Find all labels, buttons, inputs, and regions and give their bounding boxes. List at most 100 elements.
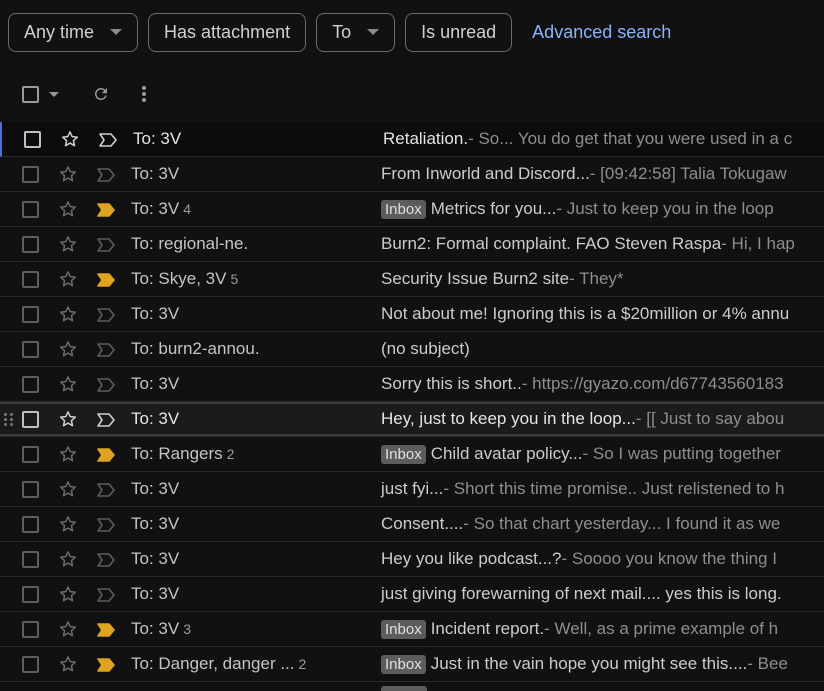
- inbox-badge-partial: [381, 686, 427, 691]
- row-checkbox[interactable]: [22, 375, 39, 393]
- row-checkbox[interactable]: [24, 130, 41, 148]
- email-row[interactable]: To: 3V Hey you like podcast...? - Soooo y…: [0, 542, 824, 577]
- star-icon[interactable]: [58, 339, 78, 359]
- star-icon[interactable]: [58, 199, 78, 219]
- importance-marker-icon[interactable]: [96, 202, 116, 218]
- drag-handle-icon[interactable]: [4, 413, 14, 426]
- to-label: To: [332, 21, 352, 42]
- row-checkbox[interactable]: [22, 515, 39, 533]
- row-checkbox[interactable]: [22, 305, 39, 323]
- email-row[interactable]: To: Rangers 2 Inbox Child avatar policy... …: [0, 437, 824, 472]
- email-row[interactable]: To: Skye, 3V 5 Security Issue Burn2 site -…: [0, 262, 824, 297]
- row-checkbox[interactable]: [22, 655, 39, 673]
- email-snippet: - So... You do get that you were used in…: [468, 129, 793, 148]
- row-checkbox[interactable]: [22, 200, 39, 218]
- row-checkbox[interactable]: [22, 165, 39, 183]
- importance-marker-icon[interactable]: [96, 272, 116, 288]
- sender-name: To: 3V: [131, 164, 179, 184]
- inbox-label-badge[interactable]: Inbox: [381, 619, 426, 639]
- row-checkbox[interactable]: [22, 235, 39, 253]
- email-row[interactable]: To: 3V just fyi... - Short this time prom…: [0, 472, 824, 507]
- email-row[interactable]: To: 3V Not about me! Ignoring this is a $…: [0, 297, 824, 332]
- row-checkbox[interactable]: [22, 620, 39, 638]
- star-icon[interactable]: [58, 444, 78, 464]
- importance-marker-icon[interactable]: [96, 482, 116, 498]
- has-attachment-label: Has attachment: [164, 21, 291, 42]
- star-icon[interactable]: [58, 304, 78, 324]
- inbox-label-badge[interactable]: Inbox: [381, 199, 426, 219]
- email-row[interactable]: To: 3V Sorry this is short.. - https://gy…: [0, 367, 824, 402]
- thread-count: 5: [230, 271, 239, 287]
- email-row[interactable]: To: 3V From Inworld and Discord... - [09:…: [0, 157, 824, 192]
- importance-marker-icon[interactable]: [96, 622, 116, 638]
- email-row[interactable]: To: 3V Hey, just to keep you in the loop.…: [0, 402, 824, 437]
- star-icon[interactable]: [58, 409, 78, 429]
- row-checkbox[interactable]: [22, 550, 39, 568]
- inbox-label-badge[interactable]: Inbox: [381, 654, 426, 674]
- importance-marker-icon[interactable]: [96, 237, 116, 253]
- sender-label: To: regional-ne.: [131, 234, 249, 253]
- email-row[interactable]: To: 3V Retaliation. - So... You do get th…: [0, 122, 824, 157]
- row-checkbox[interactable]: [22, 445, 39, 463]
- refresh-icon[interactable]: [91, 84, 111, 104]
- sender-name: To: 3V: [131, 584, 179, 604]
- importance-marker-icon[interactable]: [96, 307, 116, 323]
- star-icon[interactable]: [58, 514, 78, 534]
- importance-marker-icon[interactable]: [96, 167, 116, 183]
- to-filter[interactable]: To: [316, 12, 396, 52]
- thread-count: 4: [183, 201, 191, 217]
- email-content: Inbox Child avatar policy... - So I was p…: [381, 444, 781, 464]
- star-icon[interactable]: [58, 584, 78, 604]
- email-row[interactable]: To: 3V 4 Inbox Metrics for you... - Just to…: [0, 192, 824, 227]
- star-icon[interactable]: [58, 479, 78, 499]
- sender-name: To: Rangers 2: [131, 444, 234, 464]
- email-content: Hey you like podcast...? - Soooo you kno…: [381, 549, 777, 569]
- select-all-checkbox[interactable]: [22, 85, 39, 103]
- more-vert-icon[interactable]: [141, 84, 147, 104]
- sender-name: To: 3V: [131, 409, 179, 429]
- row-checkbox[interactable]: [22, 410, 39, 428]
- star-icon[interactable]: [58, 164, 78, 184]
- importance-marker-icon[interactable]: [98, 132, 118, 148]
- select-menu-chevron-icon[interactable]: [49, 91, 59, 97]
- email-row[interactable]: To: burn2-annou. (no subject): [0, 332, 824, 367]
- has-attachment-filter[interactable]: Has attachment: [148, 12, 307, 52]
- star-icon[interactable]: [58, 269, 78, 289]
- email-row[interactable]: To: 3V 3 Inbox Incident report. - Well, as …: [0, 612, 824, 647]
- email-content: Security Issue Burn2 site - They*: [381, 269, 624, 289]
- email-row[interactable]: To: 3V Consent.... - So that chart yester…: [0, 507, 824, 542]
- email-row[interactable]: To: Danger, danger ... 2 Inbox Just in the …: [0, 647, 824, 682]
- importance-marker-icon[interactable]: [96, 342, 116, 358]
- importance-marker-icon[interactable]: [96, 412, 116, 428]
- importance-marker-icon[interactable]: [96, 377, 116, 393]
- star-icon[interactable]: [58, 549, 78, 569]
- importance-marker-icon[interactable]: [96, 657, 116, 673]
- email-row[interactable]: To: regional-ne. Burn2: Formal complaint.…: [0, 227, 824, 262]
- email-subject: Consent....: [381, 514, 464, 533]
- email-snippet: - They*: [569, 269, 624, 288]
- email-subject: Metrics for you...: [430, 199, 557, 218]
- star-icon[interactable]: [58, 619, 78, 639]
- email-subject: Hey you like podcast...?: [381, 549, 562, 568]
- importance-marker-icon[interactable]: [96, 552, 116, 568]
- is-unread-filter[interactable]: Is unread: [405, 12, 513, 52]
- any-time-filter[interactable]: Any time: [8, 12, 139, 52]
- star-icon[interactable]: [58, 654, 78, 674]
- star-icon[interactable]: [60, 129, 80, 149]
- sender-label: To: 3V: [133, 129, 182, 148]
- advanced-search-link[interactable]: Advanced search: [532, 22, 671, 43]
- row-checkbox[interactable]: [22, 340, 39, 358]
- row-checkbox[interactable]: [22, 480, 39, 498]
- star-icon[interactable]: [58, 374, 78, 394]
- importance-marker-icon[interactable]: [96, 517, 116, 533]
- email-snippet: - Short this time promise.. Just reliste…: [443, 479, 785, 498]
- email-content: From Inworld and Discord... - [09:42:58]…: [381, 164, 787, 184]
- row-checkbox[interactable]: [22, 270, 39, 288]
- row-checkbox[interactable]: [22, 585, 39, 603]
- email-subject: (no subject): [381, 339, 470, 358]
- inbox-label-badge[interactable]: Inbox: [381, 444, 426, 464]
- importance-marker-icon[interactable]: [96, 587, 116, 603]
- importance-marker-icon[interactable]: [96, 447, 116, 463]
- email-row[interactable]: To: 3V just giving forewarning of next ma…: [0, 577, 824, 612]
- star-icon[interactable]: [58, 234, 78, 254]
